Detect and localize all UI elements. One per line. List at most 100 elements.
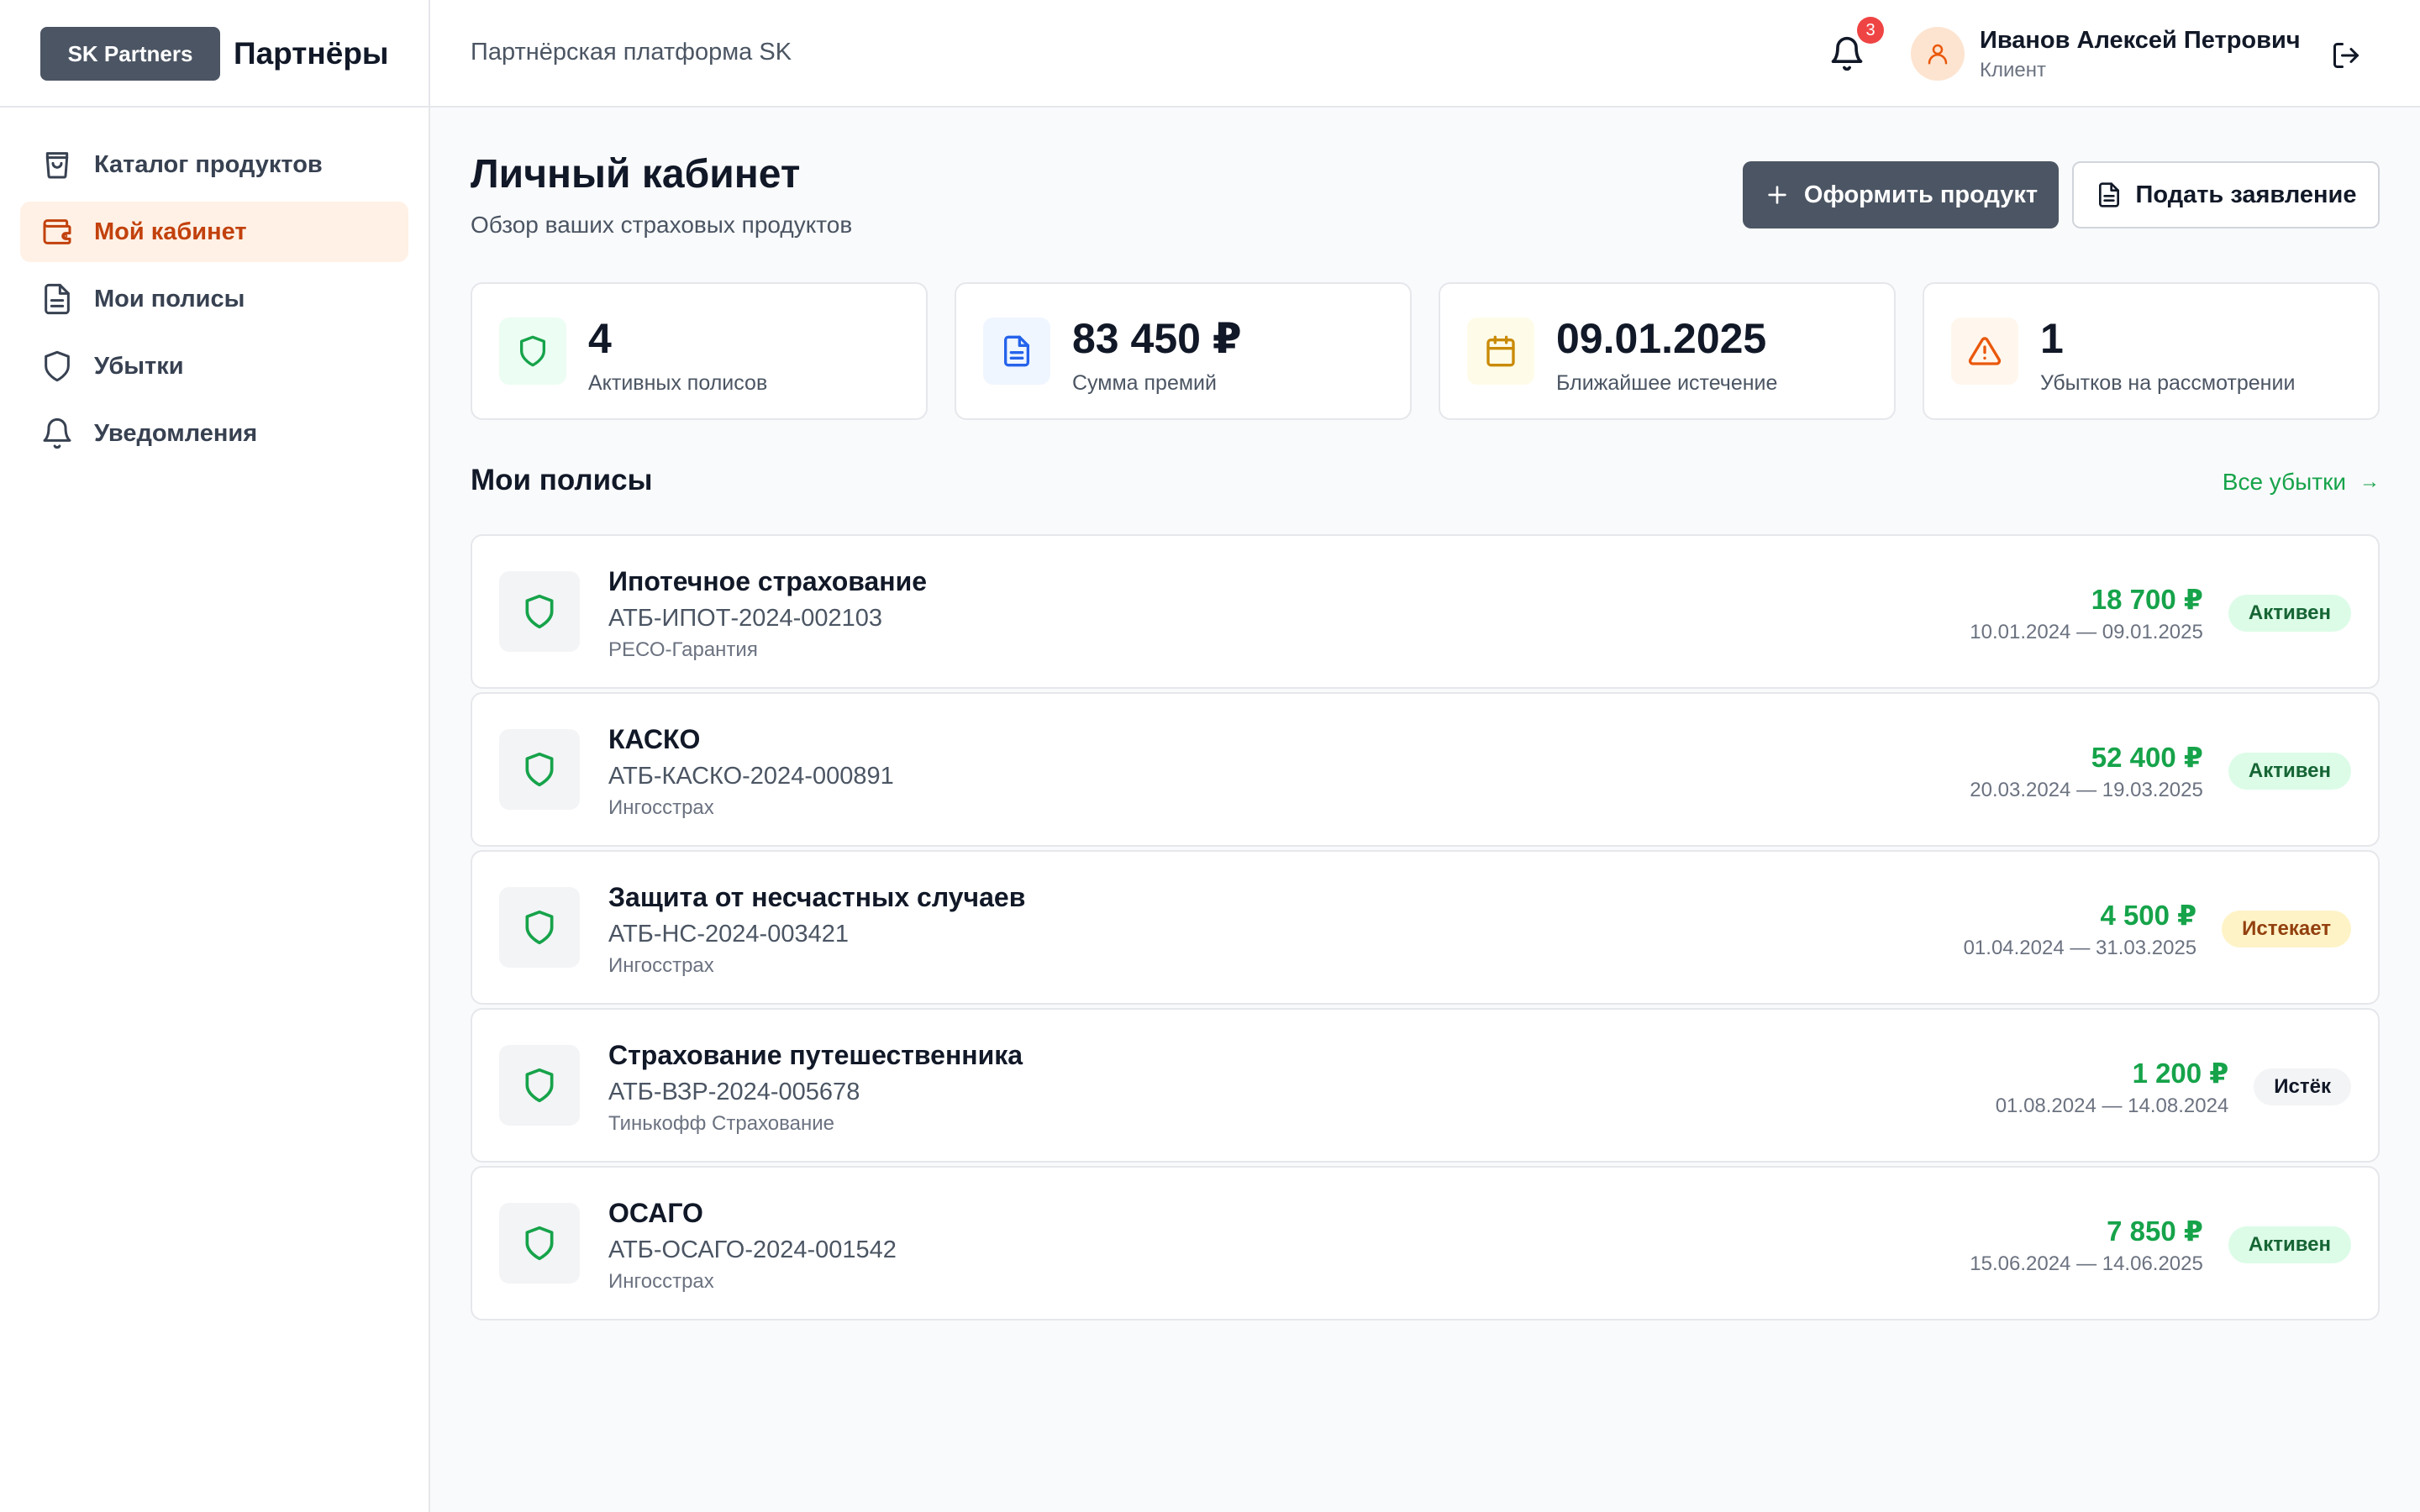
- section-title: Мои полисы: [471, 464, 653, 496]
- sidebar-item-losses[interactable]: Убытки: [20, 336, 408, 396]
- warning-icon: [1968, 337, 2002, 365]
- user-name: Иванов Алексей Петрович: [1980, 27, 2301, 54]
- stat-card-premiums: 83 450 ₽ Сумма премий: [955, 282, 1412, 420]
- policy-name: КАСКО: [608, 724, 701, 754]
- policy-insurer: Ингосстрах: [608, 796, 714, 819]
- policy-card[interactable]: Защита от несчастных случаев АТБ-НС-2024…: [471, 850, 2380, 1005]
- stat-value: 1: [2040, 315, 2064, 362]
- policy-dates: 01.04.2024 — 31.03.2025: [1963, 936, 2197, 959]
- sidebar-item-my-cabinet[interactable]: Мой кабинет: [20, 202, 408, 262]
- page-subtitle: Обзор ваших страховых продуктов: [471, 212, 853, 238]
- stat-card-active-policies: 4 Активных полисов: [471, 282, 928, 420]
- policy-insurer: Ингосстрах: [608, 954, 714, 977]
- status-badge: Активен: [2228, 753, 2351, 790]
- bell-icon: [43, 417, 71, 449]
- policy-price: 18 700 ₽: [2091, 583, 2203, 615]
- policy-name: Страхование путешественника: [608, 1040, 1023, 1070]
- stat-label: Активных полисов: [588, 371, 768, 395]
- policy-number: АТБ-КАСКО-2024-000891: [608, 763, 894, 790]
- policy-number: АТБ-ВЗР-2024-005678: [608, 1079, 860, 1105]
- policy-right: 18 700 ₽ 10.01.2024 — 09.01.2025 Активен: [1970, 536, 2351, 690]
- policy-icon-box: [499, 571, 580, 652]
- shield-icon: [525, 594, 554, 629]
- shield-icon: [525, 1226, 554, 1261]
- policy-card[interactable]: Ипотечное страхование АТБ-ИПОТ-2024-0021…: [471, 534, 2380, 689]
- sidebar-item-label: Уведомления: [94, 419, 258, 447]
- policy-dates: 15.06.2024 — 14.06.2025: [1970, 1252, 2203, 1275]
- stat-icon-box: [499, 318, 566, 385]
- shield-icon: [525, 910, 554, 945]
- user-icon: [1928, 44, 1948, 65]
- policy-right: 52 400 ₽ 20.03.2024 — 19.03.2025 Активен: [1970, 694, 2351, 848]
- status-badge: Активен: [2228, 1226, 2351, 1263]
- policy-icon-box: [499, 729, 580, 810]
- policy-amounts: 52 400 ₽ 20.03.2024 — 19.03.2025: [1970, 741, 2203, 802]
- policy-right: 7 850 ₽ 15.06.2024 — 14.06.2025 Активен: [1970, 1168, 2351, 1322]
- stat-label: Убытков на рассмотрении: [2040, 371, 2296, 395]
- notification-bell-icon[interactable]: [1828, 35, 1865, 72]
- policy-card[interactable]: КАСКО АТБ-КАСКО-2024-000891 Ингосстрах 5…: [471, 692, 2380, 847]
- plus-icon: [1768, 186, 1786, 204]
- wallet-icon: [43, 219, 71, 244]
- sidebar-item-my-policies[interactable]: Мои полисы: [20, 269, 408, 329]
- policy-name: ОСАГО: [608, 1198, 703, 1228]
- avatar[interactable]: [1911, 27, 1965, 81]
- all-losses-label: Все убытки: [2222, 469, 2346, 495]
- brand-area: SK Partners Партнёры: [0, 0, 430, 108]
- status-badge: Истёк: [2254, 1068, 2351, 1105]
- status-badge: Истекает: [2222, 911, 2351, 948]
- document-icon: [45, 283, 70, 315]
- sidebar-item-notifications[interactable]: Уведомления: [20, 403, 408, 464]
- policy-card[interactable]: Страхование путешественника АТБ-ВЗР-2024…: [471, 1008, 2380, 1163]
- policy-price: 7 850 ₽: [2107, 1215, 2203, 1247]
- policy-dates: 01.08.2024 — 14.08.2024: [1995, 1094, 2229, 1117]
- policy-insurer: РЕСО-Гарантия: [608, 638, 758, 661]
- stats-row: 4 Активных полисов 83 450 ₽ Сумма премий: [471, 282, 2380, 420]
- policy-number: АТБ-ИПОТ-2024-002103: [608, 605, 883, 632]
- shield-icon: [45, 350, 70, 382]
- stat-card-pending-losses: 1 Убытков на рассмотрении: [1923, 282, 2380, 420]
- policy-icon-box: [499, 1045, 580, 1126]
- shield-icon: [525, 752, 554, 787]
- policy-insurer: Ингосстрах: [608, 1270, 714, 1293]
- sidebar-item-label: Мои полисы: [94, 285, 245, 312]
- policy-insurer: Тинькофф Страхование: [608, 1112, 834, 1135]
- header-subtitle: Партнёрская платформа SK: [471, 39, 792, 66]
- policy-name: Защита от несчастных случаев: [608, 882, 1026, 912]
- sidebar-item-label: Убытки: [94, 352, 184, 380]
- sidebar-item-catalog[interactable]: Каталог продуктов: [20, 134, 408, 195]
- top-header: SK Partners Партнёры Партнёрская платфор…: [0, 0, 2420, 108]
- policy-amounts: 1 200 ₽ 01.08.2024 — 14.08.2024: [1996, 1057, 2229, 1118]
- document-icon: [1004, 335, 1029, 367]
- policy-icon-box: [499, 1203, 580, 1284]
- policies-list: Ипотечное страхование АТБ-ИПОТ-2024-0021…: [471, 534, 2380, 1324]
- stat-icon-box: [1951, 318, 2018, 385]
- stat-card-nearest-expiry: 09.01.2025 Ближайшее истечение: [1439, 282, 1896, 420]
- policy-icon-box: [499, 887, 580, 968]
- shield-icon: [525, 1068, 554, 1103]
- stat-label: Ближайшее истечение: [1556, 371, 1778, 395]
- policy-dates: 10.01.2024 — 09.01.2025: [1970, 620, 2203, 643]
- policy-number: АТБ-ОСАГО-2024-001542: [608, 1236, 897, 1263]
- stat-label: Сумма премий: [1072, 371, 1217, 395]
- policy-dates: 20.03.2024 — 19.03.2025: [1970, 778, 2203, 801]
- policy-price: 52 400 ₽: [2091, 741, 2203, 773]
- calendar-icon: [1486, 335, 1515, 367]
- policy-card[interactable]: ОСАГО АТБ-ОСАГО-2024-001542 Ингосстрах 7…: [471, 1166, 2380, 1320]
- shield-icon: [520, 335, 545, 367]
- arrow-right-icon: →: [2360, 470, 2380, 493]
- submit-claim-button[interactable]: Подать заявление: [2072, 161, 2380, 228]
- user-role: Клиент: [1980, 59, 2046, 81]
- sidebar-item-label: Каталог продуктов: [94, 150, 323, 178]
- create-product-button[interactable]: Оформить продукт: [1743, 161, 2059, 228]
- stat-icon-box: [983, 318, 1050, 385]
- logout-icon[interactable]: [2331, 40, 2361, 71]
- submit-claim-label: Подать заявление: [2135, 181, 2357, 208]
- policy-name: Ипотечное страхование: [608, 566, 928, 596]
- all-losses-link[interactable]: Все убытки →: [2223, 469, 2380, 496]
- brand-logo[interactable]: SK Partners: [40, 27, 220, 81]
- page-title: Личный кабинет: [471, 152, 801, 197]
- policy-number: АТБ-НС-2024-003421: [608, 921, 849, 948]
- stat-value: 4: [588, 315, 612, 362]
- sidebar-item-label: Мой кабинет: [94, 218, 247, 245]
